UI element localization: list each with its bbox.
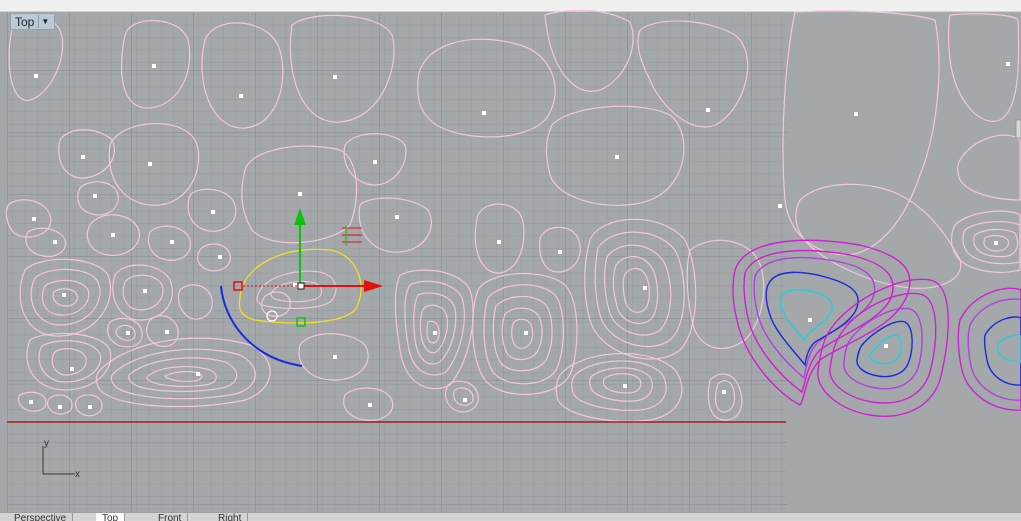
axis-x-label: x <box>75 469 80 480</box>
triangle-down-icon[interactable]: ▼ <box>38 15 51 28</box>
top-viewport[interactable]: y x Top ▼ <box>0 0 1021 513</box>
gumball-center[interactable] <box>297 282 305 290</box>
viewport-title-tab[interactable]: Top ▼ <box>10 13 56 30</box>
viewport-canvas[interactable]: y x <box>0 0 1021 513</box>
axis-y-label: y <box>44 438 49 449</box>
scrollbar-thumb[interactable] <box>1015 119 1021 139</box>
viewport-name[interactable]: Top <box>15 15 34 29</box>
